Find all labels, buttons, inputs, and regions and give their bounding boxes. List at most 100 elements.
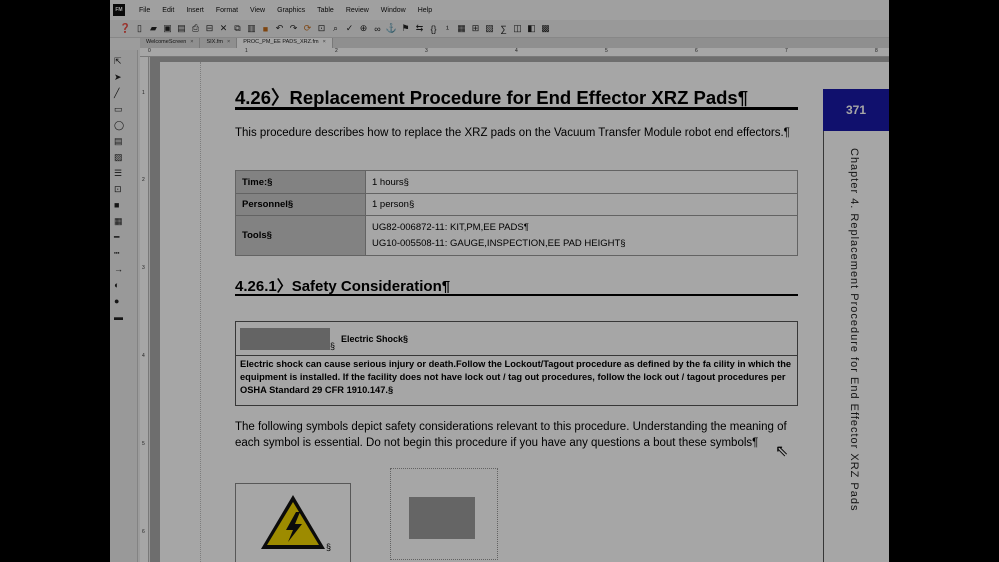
mouse-cursor-icon: ⇖ (775, 443, 789, 460)
spelling-icon[interactable]: ✓ (344, 23, 355, 34)
rectangle-tool-icon[interactable]: ▭ (114, 102, 132, 116)
menu-format[interactable]: Format (210, 7, 244, 14)
line-style-icon[interactable]: ┅ (114, 246, 132, 260)
color-tool-icon[interactable]: ● (114, 294, 132, 308)
vertical-ruler[interactable]: 1 2 3 4 5 6 (140, 57, 149, 562)
hyperlink-icon[interactable]: ∞ (372, 23, 383, 34)
tab-welcome-screen[interactable]: WelcomeScreen × (140, 38, 201, 48)
preview-icon[interactable]: ◧ (526, 23, 537, 34)
chapter-running-header: Chapter 4. Replacement Procedure for End… (848, 148, 860, 512)
tools-value[interactable]: UG82-006872-11: KIT,PM,EE PADS¶ UG10-005… (365, 215, 798, 256)
line-end-icon[interactable]: → (114, 262, 132, 276)
help-icon[interactable]: ❓ (120, 23, 131, 34)
menu-view[interactable]: View (244, 7, 271, 14)
repeat-icon[interactable]: ⟳ (302, 23, 313, 34)
menu-review[interactable]: Review (340, 7, 375, 14)
horizontal-ruler[interactable]: 0 1 2 3 4 5 6 7 8 (140, 48, 889, 57)
menu-table[interactable]: Table (311, 7, 340, 14)
group-tool-icon[interactable]: ⊡ (114, 182, 132, 196)
menu-window[interactable]: Window (375, 7, 412, 14)
menu-file[interactable]: File (133, 7, 156, 14)
anchor-icon[interactable]: ⚓ (386, 23, 397, 34)
image-icon[interactable]: ▧ (484, 23, 495, 34)
time-label[interactable]: Time:§ (235, 170, 366, 194)
tool-item: UG82-006872-11: KIT,PM,EE PADS¶ (372, 221, 529, 233)
symbol-placeholder-graphic[interactable] (409, 497, 475, 539)
redo-icon[interactable]: ↷ (288, 23, 299, 34)
condition-icon[interactable]: ◫ (512, 23, 523, 34)
menu-insert[interactable]: Insert (180, 7, 210, 14)
paste-special-icon[interactable]: ■ (260, 23, 271, 34)
symbols-paragraph[interactable]: The following symbols depict safety cons… (235, 420, 800, 451)
ruler-mark: 7 (785, 48, 788, 54)
tint-tool-icon[interactable]: ◐ (114, 278, 132, 292)
tools-label[interactable]: Tools§ (235, 215, 366, 256)
tab-close-icon[interactable]: × (190, 39, 193, 47)
ruler-mark: 0 (148, 48, 151, 54)
toolbar-overflow-icon[interactable]: ▩ (540, 23, 551, 34)
cut-icon[interactable]: ✕ (218, 23, 229, 34)
symbol-frame[interactable]: § (235, 483, 351, 562)
ruler-mark: 6 (142, 529, 145, 535)
symbol-frame[interactable] (390, 468, 498, 560)
tab-proc-pm-ee-pads[interactable]: PROC_PM_EE PADS_XRZ.fm × (237, 38, 333, 48)
intro-paragraph[interactable]: This procedure describes how to replace … (235, 126, 800, 141)
personnel-value[interactable]: 1 person§ (365, 193, 798, 216)
ruler-mark: 1 (245, 48, 248, 54)
section-mark: § (326, 542, 332, 552)
main-toolbar: ❓ ▯ ▰ ▣ ▤ ⎙ ⊟ ✕ ⧉ ▥ ■ ↶ ↷ ⟳ ⊡ ⌕ ✓ ⊕ ∞ ⚓ … (110, 20, 889, 38)
personnel-label[interactable]: Personnel§ (235, 193, 366, 216)
warning-title: Electric Shock§ (341, 333, 409, 344)
footnote-icon[interactable]: ¹ (442, 23, 453, 34)
app-logo-icon: FM (113, 4, 125, 16)
cross-reference-icon[interactable]: ⇆ (414, 23, 425, 34)
time-value[interactable]: 1 hours§ (365, 170, 798, 194)
new-document-icon[interactable]: ▯ (134, 23, 145, 34)
insert-icon[interactable]: ⊕ (358, 23, 369, 34)
paste-icon[interactable]: ▥ (246, 23, 257, 34)
marker-icon[interactable]: ⚑ (400, 23, 411, 34)
text-frame-tool-icon[interactable]: ▤ (114, 134, 132, 148)
warning-box[interactable]: § Electric Shock§ Electric shock can cau… (235, 321, 798, 406)
undo-icon[interactable]: ↶ (274, 23, 285, 34)
tab-six[interactable]: SIX.fm × (200, 38, 238, 48)
select-object-icon[interactable]: ➤ (114, 70, 132, 84)
ruler-mark: 2 (335, 48, 338, 54)
page-number-tab: 371 (823, 89, 889, 131)
open-folder-icon[interactable]: ▰ (148, 23, 159, 34)
warning-text[interactable]: Electric shock can cause serious injury … (236, 356, 797, 399)
menu-graphics[interactable]: Graphics (271, 7, 311, 14)
color-swatch-icon[interactable]: ▬ (114, 310, 132, 324)
pattern-tool-icon[interactable]: ▦ (114, 214, 132, 228)
select-text-icon[interactable]: ⇱ (114, 54, 132, 68)
ruler-mark: 4 (142, 353, 145, 359)
fill-tool-icon[interactable]: ■ (114, 198, 132, 212)
menu-help[interactable]: Help (412, 7, 438, 14)
save-icon[interactable]: ▣ (162, 23, 173, 34)
table-icon[interactable]: ▦ (456, 23, 467, 34)
menu-edit[interactable]: Edit (156, 7, 180, 14)
tab-close-icon[interactable]: × (227, 39, 230, 47)
subsection-heading[interactable]: 4.26.1〉Safety Consideration¶ (235, 275, 450, 296)
equation-icon[interactable]: ∑ (498, 23, 509, 34)
print-icon[interactable]: ⎙ (190, 23, 201, 34)
text-frame-icon[interactable]: ⊞ (470, 23, 481, 34)
lock-icon[interactable]: ⊟ (204, 23, 215, 34)
ruler-mark: 8 (875, 48, 878, 54)
tab-close-icon[interactable]: × (323, 39, 326, 47)
variable-icon[interactable]: {} (428, 23, 439, 34)
dictionary-icon[interactable]: ⊡ (316, 23, 327, 34)
copy-icon[interactable]: ⧉ (232, 23, 243, 34)
line-tool-icon[interactable]: ╱ (114, 86, 132, 100)
procedure-info-table[interactable]: Time:§ 1 hours§ Personnel§ 1 person§ Too… (235, 170, 798, 256)
text-line-tool-icon[interactable]: ☰ (114, 166, 132, 180)
ellipse-tool-icon[interactable]: ◯ (114, 118, 132, 132)
document-tab-bar: WelcomeScreen × SIX.fm × PROC_PM_EE PADS… (140, 38, 889, 48)
image-tool-icon[interactable]: ▨ (114, 150, 132, 164)
save-all-icon[interactable]: ▤ (176, 23, 187, 34)
line-width-icon[interactable]: ━ (114, 230, 132, 244)
graphics-toolbox: ⇱ ➤ ╱ ▭ ◯ ▤ ▨ ☰ ⊡ ■ ▦ ━ ┅ → ◐ ● ▬ (110, 50, 138, 562)
ruler-mark: 5 (605, 48, 608, 54)
find-icon[interactable]: ⌕ (330, 23, 341, 34)
warning-graphic[interactable] (240, 327, 330, 350)
